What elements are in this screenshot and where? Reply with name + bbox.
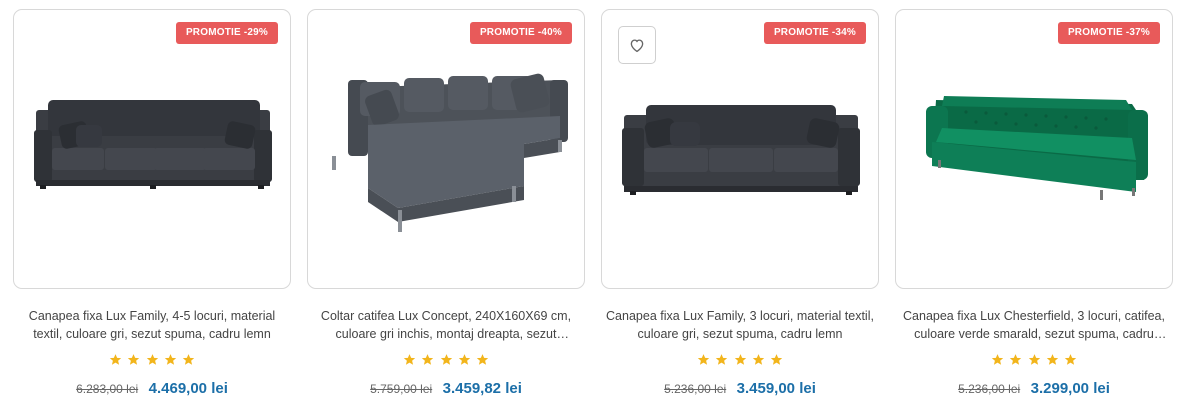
star-icon	[1046, 354, 1059, 365]
product-card[interactable]: PROMOTIE -29% Canapea fixa Lux Family, 4…	[13, 9, 291, 398]
star-icon	[440, 354, 452, 365]
rating-stars	[307, 353, 585, 369]
product-title[interactable]: Canapea fixa Lux Family, 3 locuri, mater…	[601, 307, 879, 343]
star-icon	[715, 354, 728, 365]
old-price: 5.759,00 lei	[370, 382, 433, 396]
discount-badge: PROMOTIE -29%	[175, 22, 278, 44]
product-title-text[interactable]: Coltar catifea Lux Concept, 240X160X69 c…	[309, 307, 583, 343]
star-icon	[1065, 354, 1077, 365]
product-image-box[interactable]: PROMOTIE -29%	[13, 9, 291, 289]
product-card[interactable]: PROMOTIE -37% Canapea fixa Lux Chesterfi…	[895, 9, 1173, 398]
product-title-text[interactable]: Canapea fixa Lux Family, 3 locuri, mater…	[603, 307, 877, 343]
star-icon	[697, 354, 709, 365]
product-image-grey-4-seat-sofa[interactable]	[14, 10, 290, 288]
product-title[interactable]: Canapea fixa Lux Chesterfield, 3 locuri,…	[895, 307, 1173, 343]
star-icon	[771, 354, 783, 365]
product-card[interactable]: PROMOTIE -34% Canapea fixa Lux Family, 3…	[601, 9, 879, 398]
product-grid: PROMOTIE -29% Canapea fixa Lux Family, 4…	[0, 0, 1185, 400]
product-title-text[interactable]: Canapea fixa Lux Family, 4-5 locuri, mat…	[15, 307, 289, 343]
price-row: 5.759,00 lei 3.459,82 lei	[307, 380, 585, 398]
current-price: 3.459,00 lei	[736, 380, 816, 397]
current-price: 3.459,82 lei	[442, 380, 522, 397]
product-image-green-chesterfield-sofa[interactable]	[896, 10, 1172, 288]
product-image-box[interactable]: PROMOTIE -37%	[895, 9, 1173, 289]
star-icon	[458, 354, 471, 365]
star-icon	[146, 354, 158, 365]
star-icon	[991, 354, 1003, 365]
product-image-box[interactable]: PROMOTIE -40%	[307, 9, 585, 289]
current-price: 3.299,00 lei	[1030, 380, 1110, 397]
price-row: 6.283,00 lei 4.469,00 lei	[13, 380, 291, 398]
star-icon	[183, 354, 195, 365]
product-title[interactable]: Coltar catifea Lux Concept, 240X160X69 c…	[307, 307, 585, 343]
old-price: 5.236,00 lei	[958, 382, 1021, 396]
star-icon	[1009, 354, 1022, 365]
current-price: 4.469,00 lei	[148, 380, 228, 397]
star-icon	[421, 354, 434, 365]
discount-badge: PROMOTIE -34%	[763, 22, 866, 44]
star-icon	[109, 354, 121, 365]
price-row: 5.236,00 lei 3.459,00 lei	[601, 380, 879, 398]
old-price: 6.283,00 lei	[76, 382, 139, 396]
star-icon	[403, 354, 415, 365]
star-icon	[752, 354, 765, 365]
rating-stars	[601, 353, 879, 369]
product-card[interactable]: PROMOTIE -40% Coltar catifea Lux Concept…	[307, 9, 585, 398]
product-title[interactable]: Canapea fixa Lux Family, 4-5 locuri, mat…	[13, 307, 291, 343]
discount-badge: PROMOTIE -40%	[469, 22, 572, 44]
old-price: 5.236,00 lei	[664, 382, 727, 396]
product-image-box[interactable]: PROMOTIE -34%	[601, 9, 879, 289]
price-row: 5.236,00 lei 3.299,00 lei	[895, 380, 1173, 398]
discount-badge: PROMOTIE -37%	[1057, 22, 1160, 44]
star-icon	[477, 354, 489, 365]
star-icon	[127, 354, 140, 365]
product-image-grey-corner-sofa[interactable]	[308, 10, 584, 288]
rating-stars	[13, 353, 291, 369]
rating-stars	[895, 353, 1173, 369]
heart-outline-icon[interactable]	[628, 36, 646, 54]
wishlist-button[interactable]	[618, 26, 656, 64]
star-icon	[1028, 354, 1040, 365]
product-title-text[interactable]: Canapea fixa Lux Chesterfield, 3 locuri,…	[897, 307, 1171, 343]
star-icon	[164, 354, 177, 365]
star-icon	[734, 354, 746, 365]
